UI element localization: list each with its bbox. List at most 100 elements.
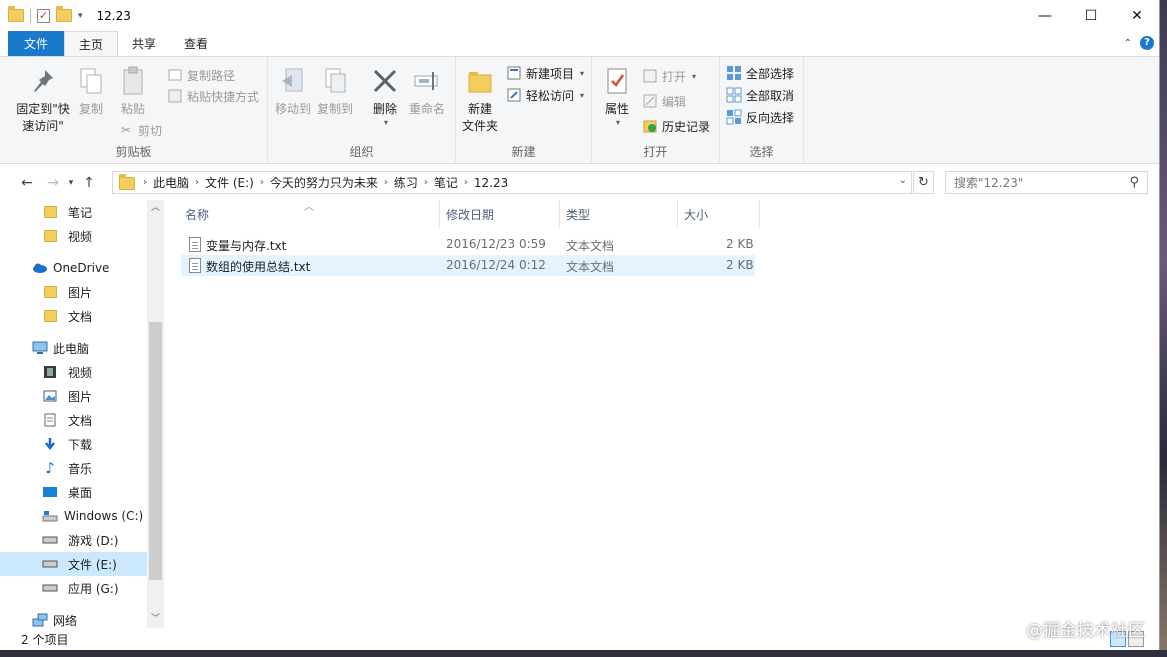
tab-home[interactable]: 主页: [64, 31, 119, 56]
quick-access-toolbar: ✓ ▾: [0, 0, 83, 31]
back-arrow-icon[interactable]: ←: [16, 175, 38, 191]
breadcrumb-folder-practice[interactable]: 练习: [388, 174, 424, 191]
sidebar-item-this-pc[interactable]: 此电脑: [0, 336, 147, 360]
sidebar-item-videos-quick[interactable]: 视频: [0, 224, 147, 248]
scroll-down-chevron-icon[interactable]: ﹀: [147, 611, 164, 628]
paste-shortcut-icon: [167, 88, 183, 104]
copy-button[interactable]: 复制: [76, 65, 106, 118]
sidebar-item-pictures[interactable]: 图片: [0, 384, 147, 408]
ribbon-right-controls: ⌃ ?: [1124, 36, 1154, 50]
refresh-icon[interactable]: ↻: [913, 171, 934, 194]
move-to-button[interactable]: 移动到: [274, 65, 312, 118]
rename-button[interactable]: 重命名: [408, 65, 446, 118]
up-arrow-icon[interactable]: ↑: [78, 175, 100, 191]
sidebar-item-label: 图片: [68, 389, 93, 404]
minimize-button[interactable]: —: [1022, 0, 1068, 31]
properties-check-icon[interactable]: ✓: [37, 8, 50, 23]
customize-qat-chevron-icon[interactable]: ▾: [78, 11, 83, 21]
search-icon[interactable]: ⚲: [1129, 175, 1139, 190]
sidebar-item-downloads[interactable]: 下载: [0, 432, 147, 456]
rename-icon: [412, 65, 442, 97]
tab-file[interactable]: 文件: [8, 31, 65, 56]
history-label: 历史记录: [662, 119, 711, 134]
folder-icon: [42, 309, 58, 323]
search-input[interactable]: 搜索"12.23" ⚲: [945, 171, 1148, 194]
open-group-label: 打开: [643, 145, 668, 159]
invert-selection-icon: [726, 109, 742, 125]
sidebar-item-label: 文件 (E:): [68, 557, 117, 572]
maximize-button[interactable]: ☐: [1068, 0, 1114, 31]
pin-quick-access-button[interactable]: 固定到"快速访问": [12, 65, 74, 135]
properties-button[interactable]: 属性 ▾: [600, 65, 634, 131]
breadcrumb-folder-current[interactable]: 12.23: [468, 176, 514, 190]
ribbon-group-select: 全部选择 全部取消 反向选择 选择: [720, 57, 804, 163]
delete-button[interactable]: 删除 ▾: [370, 65, 400, 131]
address-dropdown-chevron-icon[interactable]: ⌄: [899, 175, 907, 186]
tab-share[interactable]: 共享: [118, 31, 170, 56]
open-label: 打开: [662, 69, 687, 84]
edit-icon: [642, 93, 658, 109]
sidebar-scroll-thumb[interactable]: [149, 322, 162, 580]
breadcrumb-drive-e[interactable]: 文件 (E:): [199, 174, 260, 191]
delete-x-icon: [370, 65, 400, 97]
folder-icon: [42, 205, 58, 219]
search-placeholder: 搜索"12.23": [954, 176, 1024, 190]
copy-to-button[interactable]: 复制到: [316, 65, 354, 118]
collapse-ribbon-chevron-icon[interactable]: ⌃: [1124, 38, 1132, 49]
new-folder-label: 新建 文件夹: [461, 102, 498, 133]
breadcrumb-this-pc[interactable]: 此电脑: [147, 174, 195, 191]
scroll-up-chevron-icon[interactable]: ︿: [147, 200, 164, 217]
sidebar-item-desktop[interactable]: 桌面: [0, 480, 147, 504]
tab-view[interactable]: 查看: [170, 31, 222, 56]
invert-selection-button[interactable]: 反向选择: [726, 107, 794, 127]
recent-locations-chevron-icon[interactable]: ▾: [64, 178, 78, 188]
ribbon-tab-bar: 文件 主页 共享 查看 ⌃ ?: [0, 31, 1159, 56]
new-folder-icon[interactable]: [56, 6, 72, 22]
properties-chevron-icon[interactable]: ▾: [616, 114, 620, 131]
address-bar[interactable]: › 此电脑 › 文件 (E:) › 今天的努力只为未来 › 练习 › 笔记 › …: [112, 171, 912, 194]
open-button[interactable]: 打开 ▾: [642, 66, 696, 86]
organize-group-label: 组织: [349, 145, 374, 159]
column-header-size[interactable]: 大小: [678, 200, 760, 228]
sidebar-item-label: 视频: [68, 229, 93, 244]
breadcrumb-folder-future[interactable]: 今天的努力只为未来: [264, 174, 384, 191]
easy-access-button[interactable]: 轻松访问 ▾: [506, 85, 584, 105]
copy-path-button[interactable]: 复制路径: [167, 65, 235, 85]
history-button[interactable]: 历史记录: [642, 116, 710, 136]
edit-button[interactable]: 编辑: [642, 91, 686, 111]
sidebar-item-onedrive[interactable]: OneDrive: [0, 256, 147, 280]
delete-dropdown-chevron-icon[interactable]: ▾: [384, 114, 388, 131]
select-none-button[interactable]: 全部取消: [726, 85, 794, 105]
column-header-date[interactable]: 修改日期: [440, 200, 560, 228]
copy-label: 复制: [78, 102, 103, 116]
paste-button[interactable]: 粘贴: [118, 65, 148, 118]
text-file-icon: [189, 258, 201, 276]
cut-button[interactable]: ✂ 剪切: [118, 120, 162, 140]
new-item-button[interactable]: 新建项目 ▾: [506, 63, 584, 83]
move-to-icon: [278, 65, 308, 97]
column-header-name[interactable]: 名称: [179, 200, 440, 228]
folder-icon: [42, 229, 58, 243]
new-folder-button[interactable]: 新建 文件夹: [460, 65, 500, 135]
help-icon[interactable]: ?: [1140, 36, 1154, 50]
column-header-type[interactable]: 类型: [560, 200, 678, 228]
sidebar-item-music[interactable]: ♪ 音乐: [0, 456, 147, 480]
sidebar-item-drive-c[interactable]: Windows (C:): [0, 504, 147, 528]
close-button[interactable]: ✕: [1114, 0, 1159, 31]
sidebar-item-label: 文档: [68, 413, 93, 428]
select-all-button[interactable]: 全部选择: [726, 63, 794, 83]
table-row[interactable]: 变量与内存.txt 2016/12/23 0:59 文本文档 2 KB: [181, 234, 755, 255]
forward-arrow-icon[interactable]: →: [42, 175, 64, 191]
sidebar-item-videos[interactable]: 视频: [0, 360, 147, 384]
sidebar-item-drive-g[interactable]: 应用 (G:): [0, 576, 147, 600]
breadcrumb-folder-notes[interactable]: 笔记: [428, 174, 464, 191]
paste-shortcut-button[interactable]: 粘贴快捷方式: [167, 86, 259, 106]
sidebar-item-onedrive-pictures[interactable]: 图片: [0, 280, 147, 304]
sidebar-item-onedrive-documents[interactable]: 文档: [0, 304, 147, 328]
cloud-icon: [32, 261, 48, 275]
sidebar-item-documents[interactable]: 文档: [0, 408, 147, 432]
sidebar-item-drive-e[interactable]: 文件 (E:): [0, 552, 147, 576]
sidebar-item-notes[interactable]: 笔记: [0, 200, 147, 224]
sidebar-item-drive-d[interactable]: 游戏 (D:): [0, 528, 147, 552]
table-row[interactable]: 数组的使用总结.txt 2016/12/24 0:12 文本文档 2 KB: [181, 255, 755, 276]
